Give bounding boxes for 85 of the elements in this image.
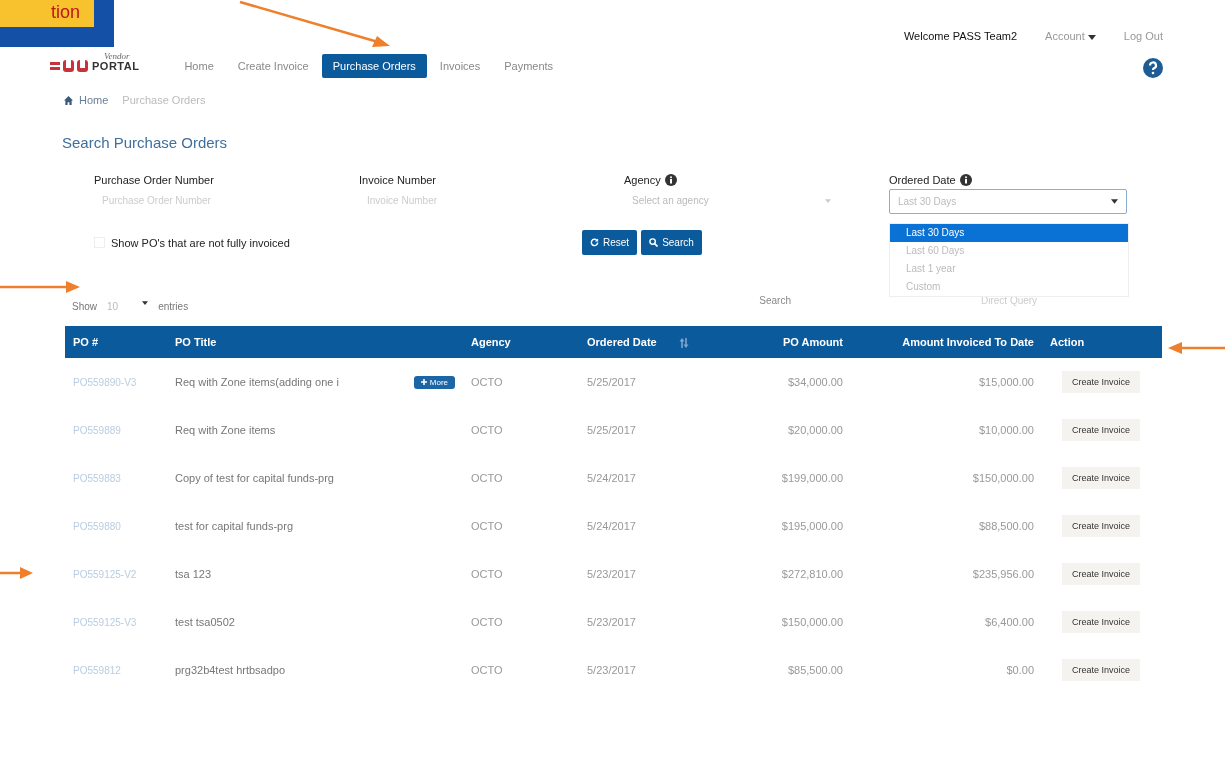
table-cell: Req with Zone items(adding one i [175, 376, 339, 388]
caret-icon [825, 198, 831, 203]
column-header[interactable]: Agency [463, 326, 579, 358]
table-cell: $10,000.00 [978, 424, 1034, 436]
table-cell: test for capital funds-prg [175, 520, 293, 532]
column-header[interactable]: Amount Invoiced To Date [851, 326, 1042, 358]
create-invoice-button[interactable]: Create Invoice [1062, 515, 1141, 537]
search-icon [649, 238, 659, 247]
column-header[interactable]: PO Amount [725, 326, 851, 358]
table-cell: $15,000.00 [978, 376, 1034, 388]
welcome-text: Welcome PASS Team2 [903, 30, 1018, 42]
table-cell: $235,956.00 [972, 568, 1034, 580]
reset-button[interactable]: Reset [582, 230, 638, 255]
field-label: Purchase Order Number [94, 174, 214, 186]
breadcrumb-link[interactable]: Home [79, 94, 109, 106]
table-cell: OCTO [471, 424, 503, 436]
arrow [0, 567, 33, 579]
search-label: Search [759, 295, 791, 306]
table-cell: $199,000.00 [781, 472, 843, 484]
table-cell: $20,000.00 [787, 424, 843, 436]
caret-icon [142, 301, 149, 305]
table-cell: $272,810.00 [781, 568, 843, 580]
table-cell: 5/24/2017 [587, 520, 636, 532]
nav-tab[interactable]: Invoices [428, 54, 492, 78]
table-cell: $88,500.00 [978, 520, 1034, 532]
logout-link[interactable]: Log Out [1123, 30, 1163, 42]
more-button[interactable]: More [413, 375, 455, 389]
table-cell: OCTO [471, 664, 503, 676]
table-cell: OCTO [471, 616, 503, 628]
table-cell: OCTO [471, 376, 503, 388]
table-cell: $195,000.00 [781, 520, 843, 532]
table-cell: $85,500.00 [787, 664, 843, 676]
entries-label: entries [158, 301, 189, 312]
dropdown-option[interactable]: Last 30 Days [890, 224, 1128, 242]
table-cell: $150,000.00 [972, 472, 1034, 484]
column-header[interactable]: Ordered Date [579, 326, 725, 358]
table-cell: Copy of test for capital funds-prg [175, 472, 334, 484]
table-cell: $150,000.00 [781, 616, 843, 628]
table-cell: 5/23/2017 [587, 568, 636, 580]
nav-tab[interactable]: Purchase Orders [321, 54, 427, 78]
create-invoice-button[interactable]: Create Invoice [1062, 659, 1141, 681]
table-cell: test tsa0502 [175, 616, 235, 628]
page-title: Search Purchase Orders [62, 134, 229, 151]
table-cell: Req with Zone items [175, 424, 276, 436]
field-label: Invoice Number [359, 174, 437, 186]
breadcrumb-current: Purchase Orders [122, 94, 206, 106]
table-cell: 5/25/2017 [587, 424, 636, 436]
portal-logo[interactable]: Vendor PORTAL [50, 52, 140, 72]
account-menu[interactable]: Account [1045, 30, 1096, 42]
table-cell: $34,000.00 [787, 376, 843, 388]
caret-icon [1087, 34, 1096, 40]
field-label: Agency [624, 174, 661, 186]
create-invoice-button[interactable]: Create Invoice [1062, 371, 1141, 393]
refresh-icon [590, 238, 599, 247]
create-invoice-button[interactable]: Create Invoice [1062, 419, 1141, 441]
table-cell: OCTO [471, 568, 503, 580]
table-cell: 5/25/2017 [587, 376, 636, 388]
table-cell: $6,400.00 [985, 616, 1034, 628]
help-icon[interactable] [1143, 58, 1163, 78]
column-header[interactable]: PO # [65, 326, 167, 358]
arrow [1168, 342, 1225, 354]
table-cell: prg32b4test hrtbsadpo [175, 664, 286, 676]
table-cell: 5/23/2017 [587, 664, 636, 676]
field-label: Ordered Date [889, 174, 956, 186]
table-cell: tsa 123 [175, 568, 212, 580]
create-invoice-button[interactable]: Create Invoice [1062, 611, 1141, 633]
table-cell: OCTO [471, 472, 503, 484]
nav-tab[interactable]: Create Invoice [226, 54, 320, 78]
plus-icon [420, 379, 427, 385]
home-icon [64, 95, 73, 105]
table-cell: 5/23/2017 [587, 616, 636, 628]
show-label: Show [72, 301, 97, 312]
search-button[interactable]: Search [641, 230, 702, 255]
create-invoice-button[interactable]: Create Invoice [1062, 563, 1141, 585]
column-header[interactable]: Action [1042, 326, 1162, 358]
caret-icon [1111, 199, 1118, 204]
table-cell: 5/24/2017 [587, 472, 636, 484]
nav-tab[interactable]: Payments [493, 54, 565, 78]
table-cell: $0.00 [1006, 664, 1034, 676]
table-cell: OCTO [471, 520, 503, 532]
sort-icon[interactable] [678, 338, 689, 349]
checkbox-label: Show PO's that are not fully invoiced [111, 236, 290, 249]
column-header[interactable]: PO Title [167, 326, 463, 358]
create-invoice-button[interactable]: Create Invoice [1062, 467, 1141, 489]
nav-tab[interactable]: Home [173, 54, 225, 78]
